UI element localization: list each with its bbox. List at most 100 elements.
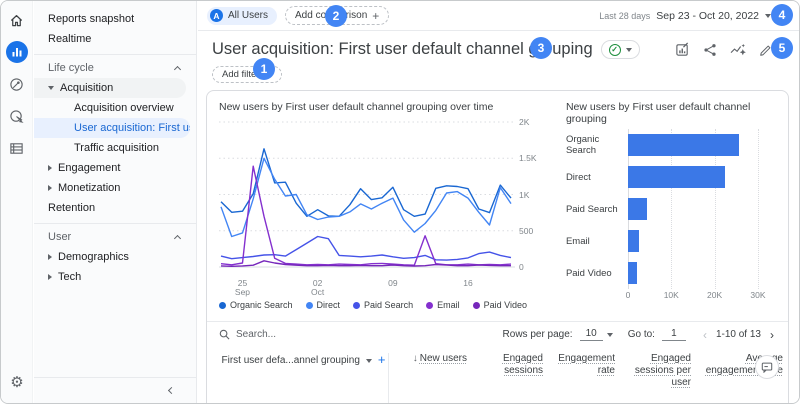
feedback-icon xyxy=(761,362,773,373)
prev-page-icon[interactable]: ‹ xyxy=(701,328,709,342)
report-main: A All Users Add comparison + Last 28 day… xyxy=(198,1,799,403)
y-tick-label: 500 xyxy=(519,225,534,236)
legend-item-organic-search[interactable]: Organic Search xyxy=(219,300,293,310)
bar-email[interactable] xyxy=(627,230,639,252)
totals-value-3: 0.98 xyxy=(615,399,691,403)
all-users-chip[interactable]: A All Users xyxy=(207,6,278,25)
charts-row: New users by First user default channel … xyxy=(207,91,788,321)
bar-category-label: Email xyxy=(565,235,590,247)
nav-section-life-cycle[interactable]: Life cycle xyxy=(34,54,196,78)
legend-item-paid-search[interactable]: Paid Search xyxy=(353,300,413,310)
bar-paid-search[interactable] xyxy=(627,198,647,220)
search-icon xyxy=(219,329,230,340)
column-header-new-users[interactable]: ↓ New users xyxy=(389,353,467,399)
bar-organic-search[interactable] xyxy=(627,134,740,156)
sidebar-item-realtime[interactable]: Realtime xyxy=(34,29,196,49)
report-card: New users by First user default channel … xyxy=(206,90,789,403)
x-tick-label: 02 Oct xyxy=(311,278,325,297)
goto-label: Go to: xyxy=(627,329,655,340)
bar-category-label: Paid Video xyxy=(565,267,612,279)
column-header-engaged-sessions[interactable]: Engaged sessions xyxy=(467,353,543,399)
chevron-down-icon xyxy=(365,359,372,363)
dimension-header-label: First user defa...annel grouping xyxy=(221,355,360,366)
legend-label: Email xyxy=(437,300,460,310)
sidebar-item-label: Realtime xyxy=(48,33,92,45)
settings-icon[interactable]: ⚙ xyxy=(1,373,33,391)
sidebar-item-label: Acquisition xyxy=(60,82,114,94)
sidebar-item-label: Engagement xyxy=(58,162,121,174)
date-range-value: Sep 23 - Oct 20, 2022 xyxy=(656,9,759,22)
sidebar-item-label: Tech xyxy=(58,271,82,283)
chevron-up-icon xyxy=(173,65,182,74)
add-dimension-icon[interactable]: + xyxy=(378,353,386,366)
date-range-preset: Last 28 days xyxy=(599,10,651,21)
totals-value-2: 62.17% xyxy=(543,399,615,403)
table-toolbar: Search... Rows per page: 10 Go to: 1 ‹ 1… xyxy=(207,321,788,347)
series-line-direct xyxy=(220,157,512,238)
explore-icon[interactable] xyxy=(6,73,28,95)
share-icon[interactable] xyxy=(703,43,717,57)
next-page-icon[interactable]: › xyxy=(768,328,776,342)
y-tick-label: 0 xyxy=(519,262,524,272)
legend-label: Organic Search xyxy=(230,300,293,310)
sidebar-item-engagement[interactable]: Engagement xyxy=(34,158,196,178)
sidebar-item-traffic-acquisition[interactable]: Traffic acquisition xyxy=(34,138,196,158)
x-tick-label: 09 xyxy=(388,278,398,288)
column-header-engaged-sessions-per-user[interactable]: Engaged sessions per user xyxy=(615,353,691,399)
rows-per-page-value: 10 xyxy=(579,328,603,341)
bar-direct[interactable] xyxy=(627,166,725,188)
sidebar-item-label: Reports snapshot xyxy=(48,13,135,25)
feedback-button[interactable] xyxy=(755,355,779,379)
rows-per-page-select[interactable]: 10 xyxy=(579,328,613,341)
comparison-bar: A All Users Add comparison + Last 28 day… xyxy=(198,1,799,31)
reports-nav: Reports snapshot Realtime Life cycle Acquis… xyxy=(34,1,197,403)
report-status-badge[interactable]: ✓ xyxy=(600,40,640,59)
sidebar-item-label: Traffic acquisition xyxy=(74,142,159,154)
collapse-sidebar-icon[interactable] xyxy=(167,386,176,395)
bar-track xyxy=(627,134,776,156)
sidebar-item-monetization[interactable]: Monetization xyxy=(34,178,196,198)
bar-track xyxy=(627,262,776,284)
goto-page-input[interactable]: 1 xyxy=(661,328,686,341)
pagination-controls: Rows per page: 10 Go to: 1 ‹ 1-10 of 13 … xyxy=(503,328,776,342)
dimension-header[interactable]: First user defa...annel grouping + xyxy=(219,353,389,399)
sidebar-item-label: User acquisition: First user ... xyxy=(74,122,190,134)
sidebar-item-reports-snapshot[interactable]: Reports snapshot xyxy=(34,9,196,29)
nav-section-user[interactable]: User xyxy=(34,223,196,247)
chevron-down-icon xyxy=(606,332,613,337)
audience-avatar: A xyxy=(210,9,223,22)
y-tick-label: 2K xyxy=(519,117,530,127)
bar-chart[interactable]: Organic Search Direct Paid Search Email Paid… xyxy=(566,129,776,289)
column-header-label: Engaged sessions xyxy=(502,353,543,376)
legend-item-direct[interactable]: Direct xyxy=(305,300,340,310)
bar-paid-video[interactable] xyxy=(627,262,638,284)
search-input[interactable]: Search... xyxy=(219,329,276,340)
customize-report-icon[interactable] xyxy=(675,42,690,57)
date-range-picker[interactable]: Last 28 days Sep 23 - Oct 20, 2022 xyxy=(599,10,771,22)
reports-icon[interactable] xyxy=(5,41,28,63)
table-header-row: First user defa...annel grouping + ↓ New u… xyxy=(207,347,788,399)
advertising-icon[interactable] xyxy=(6,105,28,127)
sidebar-item-retention[interactable]: Retention xyxy=(34,198,196,218)
line-chart[interactable]: 0 500 1K 1.5K 2K xyxy=(219,117,537,277)
chevron-collapsed-icon xyxy=(48,185,52,191)
legend-item-paid-video[interactable]: Paid Video xyxy=(472,300,527,310)
chevron-collapsed-icon xyxy=(48,165,52,171)
library-icon[interactable] xyxy=(6,137,28,159)
totals-value-4: 2m 45s xyxy=(691,399,783,403)
column-header-engagement-rate[interactable]: Engagement rate xyxy=(543,353,615,399)
title-row: User acquisition: First user default cha… xyxy=(198,31,799,59)
sidebar-item-tech[interactable]: Tech xyxy=(34,267,196,287)
sidebar-item-acquisition-overview[interactable]: Acquisition overview xyxy=(34,98,196,118)
check-badge-icon: ✓ xyxy=(608,43,621,56)
sidebar-item-acquisition[interactable]: Acquisition xyxy=(34,78,186,98)
bar-x-tick-label: 30K xyxy=(750,290,766,300)
insights-icon[interactable] xyxy=(730,43,746,57)
sidebar-item-demographics[interactable]: Demographics xyxy=(34,247,196,267)
sidebar-item-user-acquisition-first-user[interactable]: User acquisition: First user ... xyxy=(34,118,190,138)
home-icon[interactable] xyxy=(6,9,28,31)
sidebar-item-label: Monetization xyxy=(58,182,121,194)
legend-item-email[interactable]: Email xyxy=(426,300,460,310)
chevron-collapsed-icon xyxy=(48,274,52,280)
callout-5: 5 xyxy=(771,37,793,59)
